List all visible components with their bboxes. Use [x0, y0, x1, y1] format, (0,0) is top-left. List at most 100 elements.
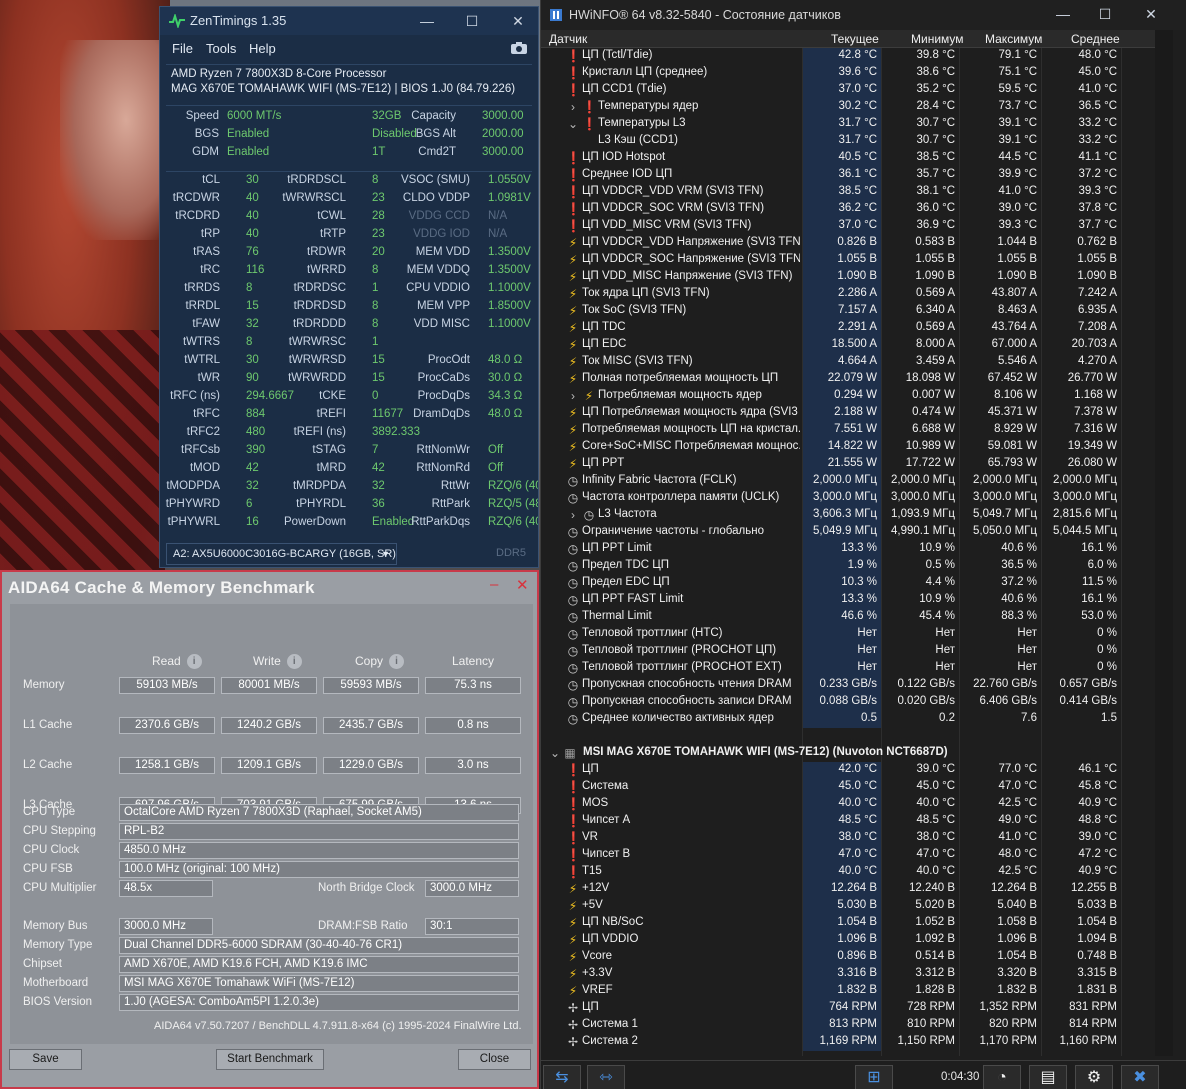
- sensor-row[interactable]: ◷ Thermal Limit 46.6 % 45.4 % 88.3 % 53.0 %: [541, 609, 1155, 626]
- sensor-row[interactable]: ⚡ ЦП VDDCR_SOC Напряжение (SVI3 TFN) 1.055…: [541, 252, 1155, 269]
- sensor-row[interactable]: ✢ Система 2 1,169 RPM 1,150 RPM 1,170 RPM 1,1…: [541, 1034, 1155, 1051]
- sensor-row[interactable]: ❗ MOS 40.0 °C 40.0 °C 42.5 °C 40.9 °C: [541, 796, 1155, 813]
- sensor-row[interactable]: ◷ ЦП PPT FAST Limit 13.3 % 10.9 % 40.6 % 16.1…: [541, 592, 1155, 609]
- sensor-row[interactable]: ⚡ Ток ядра ЦП (SVI3 TFN) 2.286 A 0.569 A 43.…: [541, 286, 1155, 303]
- sensor-row[interactable]: ✢ ЦП 764 RPM 728 RPM 1,352 RPM 831 RPM: [541, 1000, 1155, 1017]
- sensor-row[interactable]: › ⚡ Потребляемая мощность ядер 0.294 W 0.007…: [541, 388, 1155, 405]
- sensor-row[interactable]: ⚡ +12V 12.264 В 12.240 В 12.264 В 12.255 В: [541, 881, 1155, 898]
- expand-chevron-icon[interactable]: ›: [566, 99, 580, 116]
- sensor-row[interactable]: ❗ ЦП (Tctl/Tdie) 42.8 °C 39.8 °C 79.1 °C 48.0…: [541, 48, 1155, 65]
- sensor-row[interactable]: ⚡ +3.3V 3.316 В 3.312 В 3.320 В 3.315 В: [541, 966, 1155, 983]
- sensor-row[interactable]: ❗ ЦП VDD_MISC VRM (SVI3 TFN) 37.0 °C 36.9 °…: [541, 218, 1155, 235]
- sensor-row[interactable]: ❗ VR 38.0 °C 38.0 °C 41.0 °C 39.0 °C: [541, 830, 1155, 847]
- sensor-row[interactable]: ✢ Система 1 813 RPM 810 RPM 820 RPM 814 RPM: [541, 1017, 1155, 1034]
- sensor-row[interactable]: ◷ Среднее количество активных ядер 0.5 0.2 7…: [541, 711, 1155, 728]
- sensor-row[interactable]: ❗ ЦП VDDCR_SOC VRM (SVI3 TFN) 36.2 °C 36.0 …: [541, 201, 1155, 218]
- sensor-row[interactable]: ◷ Предел EDC ЦП 10.3 % 4.4 % 37.2 % 11.5 %: [541, 575, 1155, 592]
- temp-icon: ❗: [566, 219, 581, 233]
- sensor-row[interactable]: ⚡ ЦП TDC 2.291 A 0.569 A 43.764 A 7.208 A: [541, 320, 1155, 337]
- col-min[interactable]: Минимум: [911, 32, 964, 46]
- sensor-row[interactable]: ⚡ ЦП VDD_MISC Напряжение (SVI3 TFN) 1.090 …: [541, 269, 1155, 286]
- sensor-row[interactable]: ⚡ Core+SoC+MISC Потребляемая мощнос... 14.…: [541, 439, 1155, 456]
- sensor-row[interactable]: ❗ Чипсет B 47.0 °C 47.0 °C 48.0 °C 47.2 °C: [541, 847, 1155, 864]
- menu-help[interactable]: Help: [249, 41, 276, 56]
- expand-chevron-icon[interactable]: ›: [566, 507, 580, 524]
- info-icon[interactable]: i: [186, 654, 202, 670]
- save-button[interactable]: Save: [9, 1049, 82, 1070]
- minimize-button[interactable]: —: [415, 11, 439, 31]
- sensor-row[interactable]: ❗ Чипсет A 48.5 °C 48.5 °C 49.0 °C 48.8 °C: [541, 813, 1155, 830]
- info-icon[interactable]: i: [389, 654, 405, 670]
- sensor-row[interactable]: ◷ Тепловой троттлинг (PROCHOT ЦП) Нет Нет Не…: [541, 643, 1155, 660]
- minimize-button[interactable]: –: [490, 576, 498, 593]
- sensor-row[interactable]: ◷ Частота контроллера памяти (UCLK) 3,000.…: [541, 490, 1155, 507]
- col-current[interactable]: Текущее: [831, 32, 879, 46]
- close-button[interactable]: ✕: [1139, 4, 1163, 24]
- menu-tools[interactable]: Tools: [206, 41, 236, 56]
- sensor-row[interactable]: ⚡ ЦП PPT 21.555 W 17.722 W 65.793 W 26.080 W: [541, 456, 1155, 473]
- sensor-row[interactable]: ⚡ ЦП EDC 18.500 A 8.000 A 67.000 A 20.703 A: [541, 337, 1155, 354]
- sensor-row[interactable]: ⚡ VREF 1.832 В 1.828 В 1.832 В 1.831 В: [541, 983, 1155, 1000]
- hwinfo-titlebar[interactable]: HWiNFO® 64 v8.32-5840 - Состояние датчик…: [541, 0, 1186, 30]
- sensor-row[interactable]: ◷ Ограничение частоты - глобально 5,049.9 …: [541, 524, 1155, 541]
- sensor-row[interactable]: ⚡ +5V 5.030 В 5.020 В 5.040 В 5.033 В: [541, 898, 1155, 915]
- sensor-row[interactable]: ⚡ Vcore 0.896 В 0.514 В 1.054 В 0.748 В: [541, 949, 1155, 966]
- sensor-row[interactable]: ◷ Infinity Fabric Частота (FCLK) 2,000.0 М…: [541, 473, 1155, 490]
- dimm-select[interactable]: A2: AX5U6000C3016G-BCARGY (16GB, SR) ▼: [166, 543, 397, 565]
- sensor-row[interactable]: ❗ Среднее IOD ЦП 36.1 °C 35.7 °C 39.9 °C 37.2…: [541, 167, 1155, 184]
- scrollbar[interactable]: [1155, 30, 1173, 1056]
- bolt-icon: ⚡: [584, 389, 594, 403]
- collapse-icon[interactable]: ⇿: [587, 1065, 625, 1089]
- start-benchmark-button[interactable]: Start Benchmark: [216, 1049, 324, 1070]
- arrows-horizontal-icon[interactable]: ⇆: [543, 1065, 581, 1089]
- sensor-row[interactable]: ◷ Пропускная способность записи DRAM 0.088…: [541, 694, 1155, 711]
- sensor-row[interactable]: ⚡ Потребляемая мощность ЦП на кристал... 7…: [541, 422, 1155, 439]
- sensor-row[interactable]: [541, 728, 1155, 745]
- sensor-row[interactable]: ❗ Кристалл ЦП (среднее) 39.6 °C 38.6 °C 75.1…: [541, 65, 1155, 82]
- sensor-row[interactable]: ◷ Тепловой троттлинг (HTC) Нет Нет Нет 0 %: [541, 626, 1155, 643]
- col-max[interactable]: Максимум: [985, 32, 1042, 46]
- sensor-row[interactable]: ❗ ЦП VDDCR_VDD VRM (SVI3 TFN) 38.5 °C 38.1 …: [541, 184, 1155, 201]
- sensor-row[interactable]: › ❗ Температуры ядер 30.2 °C 28.4 °C 73.7 °C 3…: [541, 99, 1155, 116]
- info-icon[interactable]: i: [286, 654, 302, 670]
- expand-chevron-icon[interactable]: ›: [566, 388, 580, 405]
- report-icon[interactable]: ▤: [1029, 1065, 1067, 1089]
- minimize-button[interactable]: —: [1051, 4, 1075, 24]
- sensor-row[interactable]: ⌄ ❗ Температуры L3 31.7 °C 30.7 °C 39.1 °C 33.…: [541, 116, 1155, 133]
- collapse-chevron-icon[interactable]: ⌄: [548, 745, 562, 762]
- settings-gear-icon[interactable]: ⚙: [1075, 1065, 1113, 1089]
- sensor-row[interactable]: ⚡ ЦП VDDCR_VDD Напряжение (SVI3 TFN) 0.826…: [541, 235, 1155, 252]
- col-sensor[interactable]: Датчик: [549, 32, 587, 46]
- sensor-row[interactable]: ⚡ Ток MISC (SVI3 TFN) 4.664 A 3.459 A 5.546 …: [541, 354, 1155, 371]
- expand-chevron-icon[interactable]: ⌄: [566, 116, 580, 133]
- sensor-group-header[interactable]: ⌄ ▦ MSI MAG X670E TOMAHAWK WIFI (MS-7E12) …: [541, 745, 1155, 762]
- sensor-row[interactable]: ❗ ЦП CCD1 (Tdie) 37.0 °C 35.2 °C 59.5 °C 41.0…: [541, 82, 1155, 99]
- col-avg[interactable]: Среднее: [1071, 32, 1120, 46]
- close-button[interactable]: ✕: [506, 11, 530, 31]
- camera-icon[interactable]: [510, 41, 528, 55]
- maximize-button[interactable]: ☐: [460, 11, 484, 31]
- sensor-row[interactable]: ◷ Тепловой троттлинг (PROCHOT EXT) Нет Нет Н…: [541, 660, 1155, 677]
- zentimings-titlebar[interactable]: ZenTimings 1.35 — ☐ ✕: [160, 7, 538, 35]
- menu-file[interactable]: File: [172, 41, 193, 56]
- sensor-row[interactable]: ⚡ ЦП NB/SoC 1.054 В 1.052 В 1.058 В 1.054 В: [541, 915, 1155, 932]
- sensor-row[interactable]: ◷ Предел TDC ЦП 1.9 % 0.5 % 36.5 % 6.0 %: [541, 558, 1155, 575]
- sensor-row[interactable]: ❗ Система 45.0 °C 45.0 °C 47.0 °C 45.8 °C: [541, 779, 1155, 796]
- sensor-row[interactable]: ⚡ Ток SoC (SVI3 TFN) 7.157 A 6.340 A 8.463 A…: [541, 303, 1155, 320]
- sensor-row[interactable]: ❗ T15 40.0 °C 40.0 °C 42.5 °C 40.9 °C: [541, 864, 1155, 881]
- close-dialog-button[interactable]: Close: [458, 1049, 531, 1070]
- sensor-row[interactable]: ⚡ ЦП VDDIO 1.096 В 1.092 В 1.096 В 1.094 В: [541, 932, 1155, 949]
- sensor-row[interactable]: › ◷ L3 Частота 3,606.3 МГц 1,093.9 МГц 5,049.…: [541, 507, 1155, 524]
- sensor-row[interactable]: L3 Кэш (CCD1) 31.7 °C 30.7 °C 39.1 °C 33.2 °…: [541, 133, 1155, 150]
- network-icon[interactable]: ⊞: [855, 1065, 893, 1089]
- close-button[interactable]: ✕: [516, 576, 529, 594]
- clock-icon[interactable]: ◔: [983, 1065, 1021, 1089]
- sensor-row[interactable]: ❗ ЦП IOD Hotspot 40.5 °C 38.5 °C 44.5 °C 41.1…: [541, 150, 1155, 167]
- close-x-icon[interactable]: ✖: [1121, 1065, 1159, 1089]
- sensor-row[interactable]: ❗ ЦП 42.0 °C 39.0 °C 77.0 °C 46.1 °C: [541, 762, 1155, 779]
- sensor-row[interactable]: ⚡ ЦП Потребляемая мощность ядра (SVI3 ...…: [541, 405, 1155, 422]
- sensor-row[interactable]: ⚡ Полная потребляемая мощность ЦП 22.079 W…: [541, 371, 1155, 388]
- sensor-row[interactable]: ◷ ЦП PPT Limit 13.3 % 10.9 % 40.6 % 16.1 %: [541, 541, 1155, 558]
- sensor-row[interactable]: ◷ Пропускная способность чтения DRAM 0.233…: [541, 677, 1155, 694]
- maximize-button[interactable]: ☐: [1093, 4, 1117, 24]
